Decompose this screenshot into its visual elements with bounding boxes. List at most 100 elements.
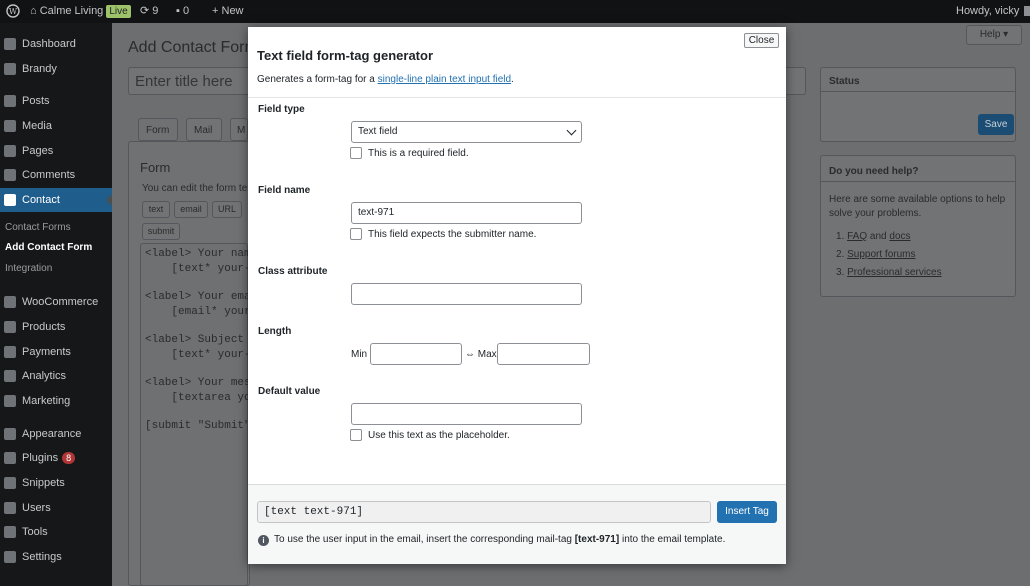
dialog-title: Text field form-tag generator	[257, 48, 434, 63]
paintbrush-icon	[4, 428, 16, 440]
class-attribute-input[interactable]	[351, 283, 582, 305]
min-length-input[interactable]	[370, 343, 462, 365]
sidebar-item-marketing[interactable]: Marketing	[0, 389, 112, 413]
plugin-icon	[4, 452, 16, 464]
sidebar-item-dashboard[interactable]: Dashboard	[0, 32, 112, 56]
sidebar-item-label: Users	[22, 502, 51, 514]
field-type-select[interactable]: Text field	[351, 121, 582, 143]
sidebar-item-products[interactable]: Products	[0, 315, 112, 339]
help-divider	[820, 181, 1016, 182]
tab-mail[interactable]: Mail	[186, 118, 222, 141]
description-text: Generates a form-tag for a	[257, 74, 378, 85]
required-label: This is a required field.	[368, 148, 469, 159]
tag-button-url[interactable]: URL	[212, 201, 242, 218]
woocommerce-icon	[4, 296, 16, 308]
docs-link[interactable]: docs	[889, 231, 910, 242]
faq-link[interactable]: FAQ	[847, 231, 867, 242]
sidebar-item-contact[interactable]: Contact	[0, 188, 112, 212]
list-number: 3.	[836, 267, 845, 278]
list-number: 1.	[836, 231, 845, 242]
sidebar-item-comments[interactable]: Comments	[0, 163, 112, 187]
header-divider	[248, 97, 786, 98]
help-list-item: 3. Professional services	[836, 267, 942, 278]
submitter-name-checkbox[interactable]	[350, 228, 362, 240]
code-line: [text* your-s	[145, 349, 258, 361]
save-button[interactable]: Save	[978, 114, 1014, 135]
site-name: Calme Living	[39, 5, 104, 17]
pin-icon	[4, 95, 16, 107]
field-name-input[interactable]: text-971	[351, 202, 582, 224]
updates-link[interactable]: ⟳ 9	[140, 0, 158, 23]
brandy-icon	[4, 63, 16, 75]
sidebar-item-pages[interactable]: Pages	[0, 139, 112, 163]
plugins-label: Plugins	[22, 452, 59, 464]
help-text: Here are some available options to help	[829, 194, 1006, 205]
account-menu[interactable]: Howdy, vicky	[956, 0, 1030, 23]
code-line: <label> Your name	[145, 248, 258, 260]
code-line: [submit "Submit"]	[145, 420, 258, 432]
description-suffix: .	[511, 74, 514, 85]
help-tab-button[interactable]: Help ▾	[966, 25, 1022, 45]
submenu-integration[interactable]: Integration	[5, 263, 52, 274]
close-button[interactable]: Close	[744, 33, 779, 48]
help-text: solve your problems.	[829, 208, 922, 219]
code-line: <label> Subject	[145, 334, 245, 346]
sidebar-item-appearance[interactable]: Appearance	[0, 422, 112, 446]
sidebar-item-plugins[interactable]: Plugins 8	[0, 446, 112, 470]
svg-text:W: W	[9, 7, 18, 16]
dollar-icon	[4, 346, 16, 358]
plus-icon: +	[212, 5, 219, 17]
tab-label: M	[237, 125, 246, 136]
mail-icon	[4, 194, 16, 206]
submenu-add-contact-form[interactable]: Add Contact Form	[5, 242, 92, 253]
sidebar-item-settings[interactable]: Settings	[0, 545, 112, 569]
new-content-link[interactable]: + New	[212, 0, 244, 23]
sidebar-item-users[interactable]: Users	[0, 496, 112, 520]
bar-chart-icon	[4, 370, 16, 382]
default-value-input[interactable]	[351, 403, 582, 425]
tag-button-text[interactable]: text	[142, 201, 170, 218]
class-attribute-label: Class attribute	[258, 266, 328, 277]
max-length-input[interactable]	[497, 343, 590, 365]
sidebar-item-label: Plugins 8	[22, 446, 76, 470]
professional-services-link[interactable]: Professional services	[847, 267, 941, 278]
dialog-footer: [text text-971] Insert Tag i To use the …	[248, 484, 786, 564]
sidebar-item-snippets[interactable]: Snippets	[0, 471, 112, 495]
sidebar-item-analytics[interactable]: Analytics	[0, 364, 112, 388]
sidebar-item-payments[interactable]: Payments	[0, 340, 112, 364]
sidebar-item-brandy[interactable]: Brandy	[0, 57, 112, 81]
list-text: and	[867, 231, 890, 242]
input-field-docs-link[interactable]: single-line plain text input field	[378, 74, 511, 85]
submenu-contact-forms[interactable]: Contact Forms	[5, 222, 71, 233]
field-type-value: Text field	[358, 126, 398, 137]
status-divider	[820, 91, 1016, 92]
sidebar-item-woocommerce[interactable]: WooCommerce	[0, 290, 112, 314]
code-line: [text* your-n	[145, 263, 258, 275]
support-forums-link[interactable]: Support forums	[847, 249, 915, 260]
sidebar-item-media[interactable]: Media	[0, 114, 112, 138]
user-icon	[4, 502, 16, 514]
tag-button-email[interactable]: email	[174, 201, 208, 218]
site-home-link[interactable]: ⌂ Calme Living Live	[30, 0, 131, 23]
list-number: 2.	[836, 249, 845, 260]
sidebar-item-tools[interactable]: Tools	[0, 520, 112, 544]
code-line: <label> Your mess	[145, 377, 258, 389]
wrench-icon	[4, 526, 16, 538]
required-checkbox[interactable]	[350, 147, 362, 159]
insert-tag-button[interactable]: Insert Tag	[717, 501, 777, 523]
archive-icon	[4, 321, 16, 333]
wordpress-logo-icon[interactable]: W	[6, 0, 20, 23]
sidebar-item-label: Appearance	[22, 428, 82, 440]
sidebar-item-label: WooCommerce	[22, 296, 99, 308]
live-badge: Live	[106, 5, 131, 18]
field-type-label: Field type	[258, 104, 305, 115]
sidebar-item-posts[interactable]: Posts	[0, 89, 112, 113]
tab-messages[interactable]: M	[230, 118, 248, 141]
scissors-icon	[4, 477, 16, 489]
tab-label: Form	[146, 125, 170, 136]
comments-link[interactable]: ▪ 0	[176, 0, 189, 23]
tab-form[interactable]: Form	[138, 118, 178, 141]
placeholder-checkbox[interactable]	[350, 429, 362, 441]
generated-tag-field[interactable]: [text text-971]	[257, 501, 711, 523]
tag-button-submit[interactable]: submit	[142, 223, 180, 240]
